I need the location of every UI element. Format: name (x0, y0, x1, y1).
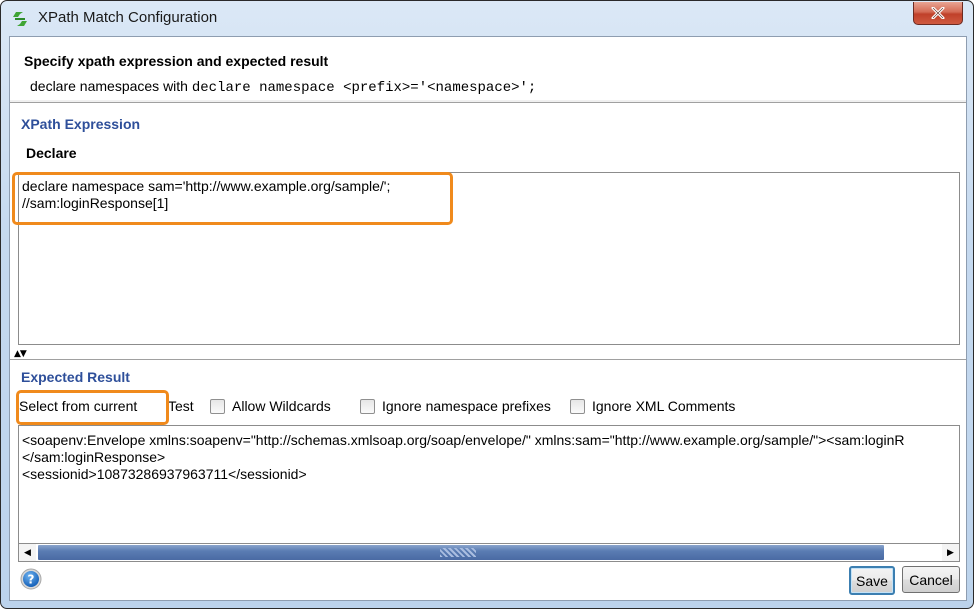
checkbox-box[interactable] (210, 398, 225, 414)
xpath-line: declare namespace sam='http://www.exampl… (22, 178, 391, 194)
ignore-namespace-prefixes-checkbox[interactable]: Ignore namespace prefixes (360, 398, 551, 414)
split-pane-divider[interactable]: ▲▼ (10, 349, 966, 360)
dialog-content: Specify xpath expression and expected re… (9, 36, 967, 601)
xpath-expression-editor[interactable]: declare namespace sam='http://www.exampl… (18, 172, 960, 345)
close-icon (931, 7, 945, 19)
header-title: Specify xpath expression and expected re… (24, 53, 329, 69)
checkbox-label: Allow Wildcards (232, 398, 331, 414)
result-line: <sessionid>10873286937963711</sessionid> (22, 466, 307, 482)
result-line: </sam:loginResponse> (22, 449, 166, 465)
arrow-left-icon: ◀ (24, 547, 31, 558)
checkbox-box[interactable] (570, 398, 585, 414)
scrollbar-thumb[interactable] (38, 545, 884, 560)
horizontal-scrollbar[interactable]: ◀ ▶ (18, 543, 960, 562)
test-button[interactable]: Test (168, 398, 194, 414)
test-label: Test (168, 398, 194, 414)
declare-button[interactable]: Declare (26, 145, 77, 161)
expected-result-editor[interactable]: <soapenv:Envelope xmlns:soapenv="http://… (18, 425, 960, 544)
xpath-line: //sam:loginResponse[1] (22, 195, 169, 211)
ignore-xml-comments-checkbox[interactable]: Ignore XML Comments (570, 398, 735, 414)
thumb-grip (440, 548, 476, 557)
title-bar[interactable]: XPath Match Configuration (1, 1, 973, 36)
split-arrows: ▲▼ (14, 349, 27, 359)
cancel-button[interactable]: Cancel (902, 566, 960, 593)
window-title: XPath Match Configuration (38, 9, 218, 26)
scroll-right-button[interactable]: ▶ (942, 544, 959, 561)
save-button[interactable]: Save (849, 566, 895, 595)
svg-text:?: ? (28, 573, 35, 587)
arrow-right-icon: ▶ (947, 547, 954, 558)
soapui-logo-icon (13, 12, 27, 26)
description-header: Specify xpath expression and expected re… (10, 37, 966, 103)
select-from-current-label: Select from current (19, 398, 138, 414)
scroll-left-button[interactable]: ◀ (19, 544, 36, 561)
xpath-expression-label: XPath Expression (21, 116, 141, 132)
close-button[interactable] (913, 2, 963, 25)
expected-result-toolbar: Select from current Test Allow Wildcards… (10, 392, 966, 420)
allow-wildcards-checkbox[interactable]: Allow Wildcards (210, 398, 331, 414)
checkbox-label: Ignore namespace prefixes (382, 398, 551, 414)
subtitle-text: declare namespaces with (30, 78, 192, 94)
expected-result-label: Expected Result (21, 369, 130, 385)
checkbox-label: Ignore XML Comments (592, 398, 736, 414)
help-icon[interactable]: ? (20, 568, 42, 590)
collapse-down-icon[interactable]: ▼ (20, 349, 27, 359)
select-from-current-button[interactable]: Select from current (19, 398, 137, 414)
header-subtitle: declare namespaces with declare namespac… (30, 78, 536, 96)
dialog-window: XPath Match Configuration Specify xpath … (0, 0, 974, 609)
subtitle-code: declare namespace <prefix>='<namespace>'… (191, 80, 537, 96)
checkbox-box[interactable] (360, 398, 375, 414)
result-line: <soapenv:Envelope xmlns:soapenv="http://… (22, 432, 905, 448)
